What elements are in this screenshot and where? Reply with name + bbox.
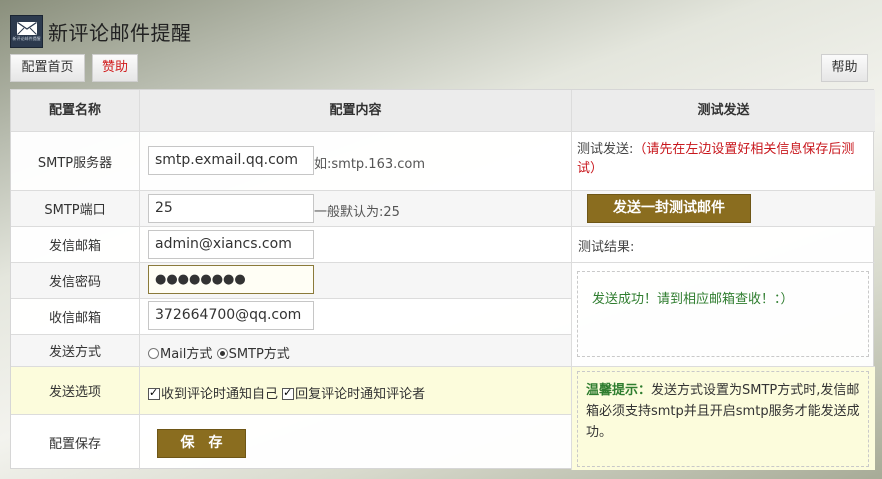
save-button[interactable]: 保 存 xyxy=(157,429,246,458)
smtp-server-input[interactable]: smtp.exmail.qq.com xyxy=(148,146,314,175)
help-button[interactable]: 帮助 xyxy=(821,54,868,82)
test-notice-prefix: 测试发送: xyxy=(577,142,634,157)
test-result-message: 发送成功！请到相应邮箱查收！：） xyxy=(592,292,794,307)
config-panel: 配置名称 配置内容 测试发送 SMTP服务器 SMTP端口 发信邮箱 发信密码 … xyxy=(10,89,875,470)
radio-mail-label: Mail方式 xyxy=(160,347,213,362)
radio-mail[interactable]: Mail方式 xyxy=(148,347,212,362)
smtp-port-hint: 一般默认为:25 xyxy=(314,205,400,220)
label-smtp-server: SMTP服务器 xyxy=(11,132,140,191)
checkbox-notify-self-box[interactable] xyxy=(148,386,160,400)
checkbox-notify-commenter-label: 回复评论时通知评论者 xyxy=(295,387,426,402)
label-send-options: 发送选项 xyxy=(11,367,140,415)
radio-mail-circle[interactable] xyxy=(148,348,159,359)
page-title: 新评论邮件提醒 xyxy=(48,20,192,45)
checkbox-notify-self-label: 收到评论时通知自己 xyxy=(161,387,279,402)
label-save: 配置保存 xyxy=(11,415,140,470)
mail-envelope-icon: 新评论邮件提醒 xyxy=(10,14,43,48)
send-test-email-button[interactable]: 发送一封测试邮件 xyxy=(587,194,751,223)
label-sender-password: 发信密码 xyxy=(11,263,140,299)
radio-smtp[interactable]: SMTP方式 xyxy=(216,347,290,362)
config-home-button[interactable]: 配置首页 xyxy=(10,54,85,82)
label-receiver-email: 收信邮箱 xyxy=(11,299,140,335)
tip-content: 温馨提示：发送方式设置为SMTP方式时,发信邮箱必须支持smtp并且开启smtp… xyxy=(586,380,868,443)
receiver-email-input[interactable]: 372664700@qq.com xyxy=(148,301,314,330)
checkbox-notify-commenter[interactable]: 回复评论时通知评论者 xyxy=(282,386,426,402)
test-result-label: 测试结果: xyxy=(578,240,635,255)
radio-smtp-circle[interactable] xyxy=(216,348,228,359)
header-test-send: 测试发送 xyxy=(572,90,875,132)
checkbox-notify-self[interactable]: 收到评论时通知自己 xyxy=(148,386,279,402)
test-result-box: 发送成功！请到相应邮箱查收！：） xyxy=(577,271,869,357)
app-header: 新评论邮件提醒 新评论邮件提醒 xyxy=(10,14,192,48)
label-sender-email: 发信邮箱 xyxy=(11,227,140,263)
test-notice: 测试发送:（请先在左边设置好相关信息保存后测试） xyxy=(577,140,869,178)
label-send-method: 发送方式 xyxy=(11,335,140,367)
radio-smtp-label: SMTP方式 xyxy=(228,347,290,362)
smtp-server-hint: 如:smtp.163.com xyxy=(314,157,426,172)
sender-email-input[interactable]: admin@xiancs.com xyxy=(148,230,314,259)
send-options-group: 收到评论时通知自己 回复评论时通知评论者 xyxy=(148,383,425,402)
sender-password-input[interactable]: ●●●●●●●● xyxy=(148,265,314,294)
tip-title: 温馨提示： xyxy=(586,383,652,398)
send-method-group: Mail方式 SMTP方式 xyxy=(148,343,290,362)
smtp-port-input[interactable]: 25 xyxy=(148,194,314,223)
header-config-content: 配置内容 xyxy=(140,90,572,132)
tip-box: 温馨提示：发送方式设置为SMTP方式时,发信邮箱必须支持smtp并且开启smtp… xyxy=(577,371,869,467)
label-smtp-port: SMTP端口 xyxy=(11,191,140,227)
checkbox-notify-commenter-box[interactable] xyxy=(282,386,295,400)
header-config-name: 配置名称 xyxy=(11,90,140,132)
sponsor-button[interactable]: 赞助 xyxy=(92,54,138,82)
